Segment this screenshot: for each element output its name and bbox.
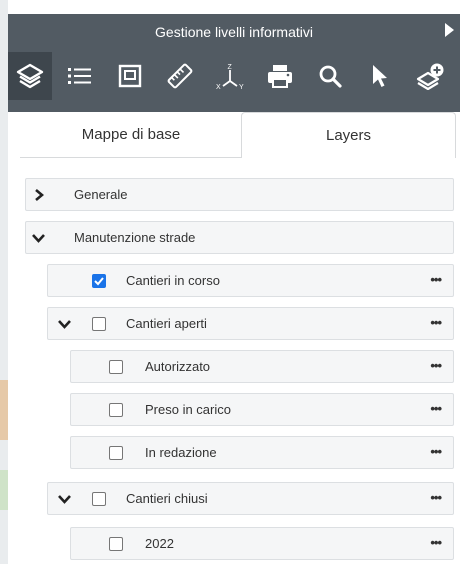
collapse-panel-icon[interactable] [445,23,454,37]
add-layer-icon [416,63,444,90]
more-options-icon[interactable]: ••• [430,483,442,512]
layer-checkbox[interactable] [92,274,106,288]
collapse-chevron-down-icon[interactable] [58,308,71,339]
tree-row-label: Cantieri chiusi [126,491,208,506]
extent-tool-button[interactable] [108,52,152,100]
tree-row-label: In redazione [145,445,217,460]
tree-row-cantieri-aperti[interactable]: Cantieri aperti ••• [47,307,454,340]
tree-row-cantieri-chiusi[interactable]: Cantieri chiusi ••• [47,482,454,515]
tree-row-label: Cantieri aperti [126,316,207,331]
layer-checkbox[interactable] [92,492,106,506]
layers-tool-button[interactable] [8,52,52,100]
tree-row-label: Manutenzione strade [74,230,196,245]
tab-mappe-di-base[interactable]: Mappe di base [20,112,242,158]
layer-panel: Gestione livelli informativi Z X Y Mappe… [8,0,460,564]
tree-row-label: 2022 [145,536,174,551]
print-tool-button[interactable] [258,52,302,100]
expand-chevron-right-icon[interactable] [34,179,44,210]
y-axis-label: Y [239,84,244,90]
tree-row-manutenzione-strade[interactable]: Manutenzione strade [25,221,454,254]
extent-icon [118,64,142,88]
tab-label: Mappe di base [81,126,181,143]
panel-tabs: Mappe di base Layers [8,112,460,158]
search-icon [319,65,342,88]
tab-label: Layers [325,127,372,144]
more-options-icon[interactable]: ••• [430,437,442,466]
more-options-icon[interactable]: ••• [430,351,442,380]
measure-tool-button[interactable] [158,52,202,100]
layers-icon [16,63,44,89]
more-options-icon[interactable]: ••• [430,308,442,337]
list-icon [68,68,91,84]
checkmark-icon [94,277,104,286]
select-tool-button[interactable] [358,52,402,100]
xyz-coordinates-icon: Z X Y [216,64,244,90]
ruler-icon [167,63,193,89]
tab-layers[interactable]: Layers [241,112,456,158]
pointer-icon [373,65,387,87]
z-axis-label: Z [228,64,233,71]
layer-checkbox[interactable] [92,317,106,331]
panel-header: Gestione livelli informativi Z X Y [8,14,460,112]
collapse-chevron-down-icon[interactable] [58,483,71,514]
more-options-icon[interactable]: ••• [430,394,442,423]
layer-checkbox[interactable] [109,403,123,417]
search-tool-button[interactable] [308,52,352,100]
legend-tool-button[interactable] [58,52,102,100]
tree-row-label: Preso in carico [145,402,231,417]
tree-row-label: Autorizzato [145,359,211,374]
tree-row-preso-in-carico[interactable]: Preso in carico ••• [70,393,454,426]
layer-checkbox[interactable] [109,360,123,374]
map-edge [0,0,8,564]
tree-row-generale[interactable]: Generale [25,178,454,211]
layer-checkbox[interactable] [109,537,123,551]
tree-row-2022[interactable]: 2022 ••• [70,527,454,560]
tree-row-autorizzato[interactable]: Autorizzato ••• [70,350,454,383]
collapse-chevron-down-icon[interactable] [32,222,45,253]
tree-row-label: Cantieri in corso [126,273,220,288]
coordinates-tool-button[interactable]: Z X Y [208,52,252,100]
more-options-icon[interactable]: ••• [430,265,442,294]
tree-row-label: Generale [74,187,128,202]
more-options-icon[interactable]: ••• [430,528,442,557]
x-axis-label: X [216,84,221,90]
add-layer-tool-button[interactable] [408,52,452,100]
layer-checkbox[interactable] [109,446,123,460]
tree-row-cantieri-in-corso[interactable]: Cantieri in corso ••• [47,264,454,297]
toolbar: Z X Y [8,52,460,100]
print-icon [268,65,292,88]
tree-row-in-redazione[interactable]: In redazione ••• [70,436,454,469]
panel-title: Gestione livelli informativi [155,24,313,40]
